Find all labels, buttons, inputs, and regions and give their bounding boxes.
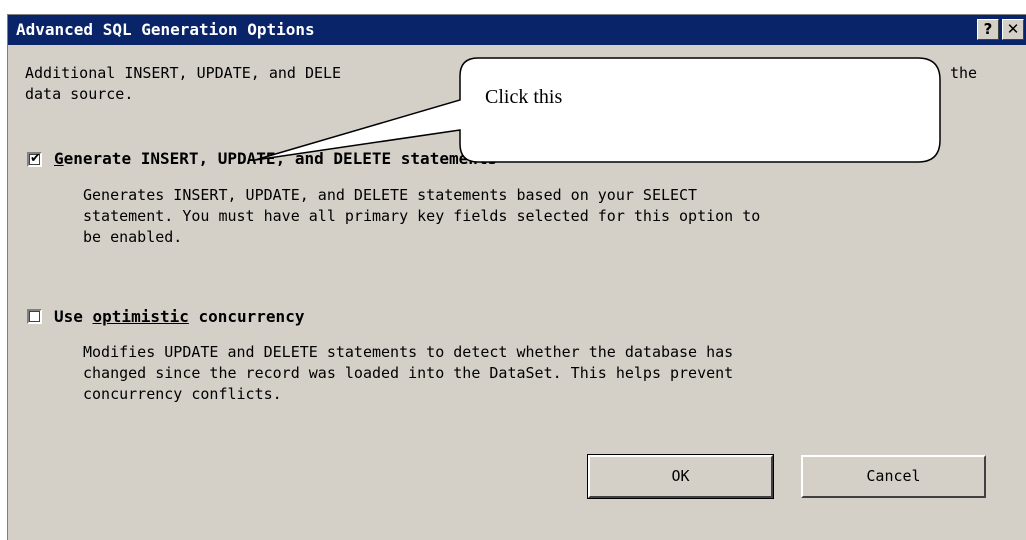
close-button[interactable]: ✕ — [1002, 19, 1024, 40]
generate-statements-label[interactable]: Generate INSERT, UPDATE, and DELETE stat… — [54, 149, 497, 168]
optimistic-concurrency-description: Modifies UPDATE and DELETE statements to… — [83, 343, 734, 403]
optimistic-concurrency-checkbox[interactable] — [27, 309, 42, 324]
checkmark-icon: ✔ — [30, 151, 41, 166]
generate-statements-checkbox[interactable]: ✔ — [27, 151, 42, 167]
mnemonic-word: optimistic — [92, 307, 189, 326]
dialog-title: Advanced SQL Generation Options — [16, 20, 315, 39]
intro-text-line2: data source. — [25, 85, 134, 103]
label-text: Use — [54, 307, 93, 326]
title-bar[interactable]: Advanced SQL Generation Options ? ✕ — [8, 15, 1026, 45]
label-text: concurrency — [188, 307, 305, 326]
ok-button[interactable]: OK — [587, 454, 774, 499]
optimistic-concurrency-label[interactable]: Use optimistic concurrency — [54, 307, 304, 326]
intro-text-line1-end: the — [950, 64, 978, 82]
mnemonic-letter: G — [54, 149, 64, 168]
generate-statements-description: Generates INSERT, UPDATE, and DELETE sta… — [83, 186, 761, 246]
label-text: enerate INSERT, UPDATE, and DELETE state… — [63, 149, 498, 168]
intro-text-line1-start: Additional INSERT, UPDATE, and DELE — [25, 64, 342, 82]
question-mark-icon: ? — [983, 20, 993, 38]
callout-text: Click this — [485, 86, 563, 108]
close-icon: ✕ — [1006, 20, 1020, 38]
help-button[interactable]: ? — [977, 19, 999, 40]
cancel-button[interactable]: Cancel — [801, 455, 986, 498]
